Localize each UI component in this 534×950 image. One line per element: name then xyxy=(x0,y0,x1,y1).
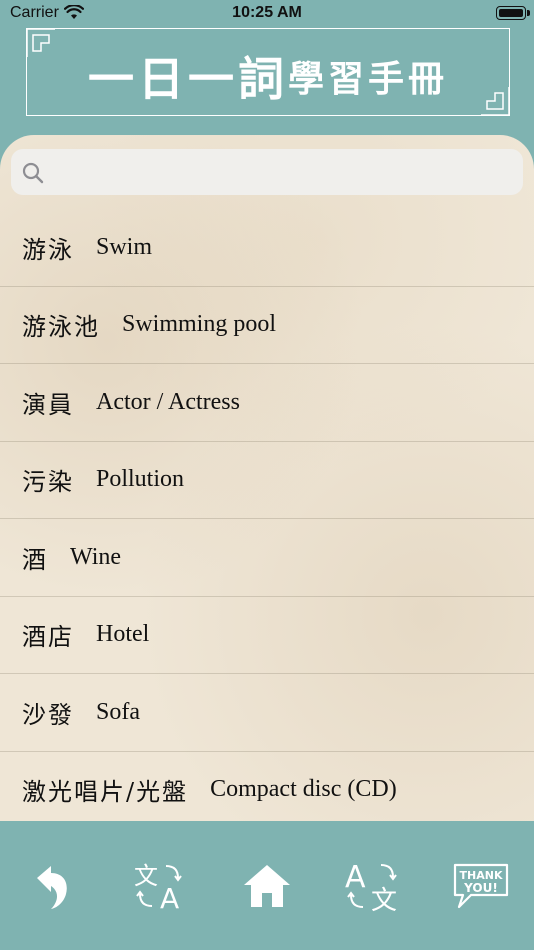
word-list-panel: 游泳 Swim 游泳池 Swimming pool 演員 Actor / Act… xyxy=(0,135,534,821)
tab-bar: 文 A A 文 THANK YOU! xyxy=(0,821,534,950)
word-chinese: 激光唱片/光盤 xyxy=(22,778,189,807)
translate-zh-char: 文 xyxy=(134,862,158,890)
search-bar[interactable] xyxy=(11,149,523,195)
word-chinese: 游泳 xyxy=(22,235,74,264)
word-list: 游泳 Swim 游泳池 Swimming pool 演員 Actor / Act… xyxy=(0,209,534,821)
undo-button[interactable] xyxy=(18,851,88,921)
word-english: Swimming pool xyxy=(122,311,277,338)
search-icon xyxy=(21,161,45,189)
word-row[interactable]: 污染 Pollution xyxy=(0,442,534,519)
word-row[interactable]: 游泳 Swim xyxy=(0,209,534,287)
undo-icon xyxy=(37,865,68,909)
word-row[interactable]: 酒店 Hotel xyxy=(0,597,534,674)
battery-icon xyxy=(496,6,530,20)
translate-zh-char: 文 xyxy=(371,886,397,913)
translate-zh-en-icon: 文 A xyxy=(134,862,182,912)
search-input[interactable] xyxy=(55,149,515,195)
translate-en-char: A xyxy=(345,860,366,895)
home-icon xyxy=(243,864,290,907)
word-row[interactable]: 酒 Wine xyxy=(0,519,534,597)
title-banner: 一日一詞學習手冊 xyxy=(26,28,510,116)
thank-you-icon: THANK YOU! xyxy=(453,863,508,908)
word-chinese: 酒店 xyxy=(22,623,74,652)
translate-en-zh-button[interactable]: A 文 xyxy=(339,851,409,921)
word-english: Pollution xyxy=(96,466,185,493)
word-chinese: 污染 xyxy=(22,468,74,497)
word-row[interactable]: 激光唱片/光盤 Compact disc (CD) xyxy=(0,752,534,822)
word-chinese: 酒 xyxy=(22,545,48,574)
title-main: 一日一詞 xyxy=(87,52,288,106)
clock: 10:25 AM xyxy=(232,4,302,21)
home-button[interactable] xyxy=(232,851,302,921)
word-english: Swim xyxy=(96,233,153,260)
svg-text:YOU!: YOU! xyxy=(463,881,498,895)
word-chinese: 沙發 xyxy=(22,700,74,729)
word-english: Actor / Actress xyxy=(96,388,240,415)
app-title: 一日一詞學習手冊 xyxy=(27,43,509,109)
word-chinese: 演員 xyxy=(22,390,74,419)
word-english: Wine xyxy=(70,543,122,570)
word-english: Compact disc (CD) xyxy=(210,776,397,803)
translate-en-zh-icon: A 文 xyxy=(345,860,397,913)
word-english: Hotel xyxy=(96,621,150,648)
translate-en-char: A xyxy=(160,882,179,912)
word-row[interactable]: 游泳池 Swimming pool xyxy=(0,287,534,364)
thank-you-button[interactable]: THANK YOU! xyxy=(446,851,516,921)
word-chinese: 游泳池 xyxy=(22,313,100,342)
word-row[interactable]: 沙發 Sofa xyxy=(0,674,534,752)
word-english: Sofa xyxy=(96,698,140,725)
word-row[interactable]: 演員 Actor / Actress xyxy=(0,364,534,442)
translate-zh-en-button[interactable]: 文 A xyxy=(125,851,195,921)
status-bar: Carrier 10:25 AM xyxy=(0,0,534,27)
title-sub: 學習手冊 xyxy=(287,59,448,100)
